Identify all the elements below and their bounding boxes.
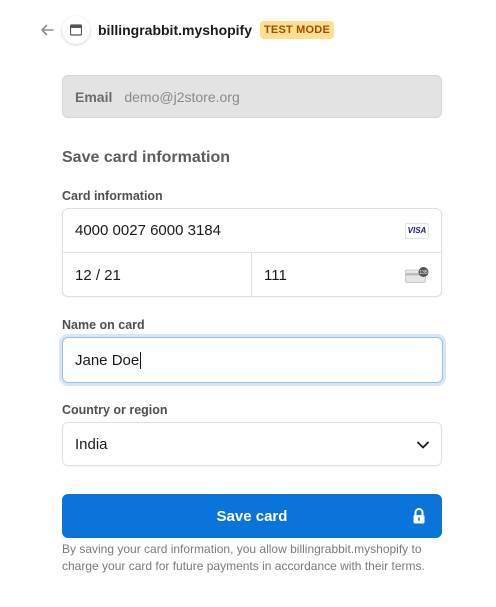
email-field: Email demo@j2store.org xyxy=(62,75,442,118)
country-value[interactable]: India xyxy=(75,436,108,453)
store-icon xyxy=(62,16,90,44)
save-card-label: Save card xyxy=(216,507,288,525)
name-on-card-value[interactable]: Jane Doe xyxy=(75,352,139,369)
name-on-card-label: Name on card xyxy=(62,318,145,332)
card-number-field[interactable]: 4000 0027 6000 3184 VISA xyxy=(63,209,441,253)
cvc-icon-text: 135 xyxy=(419,270,428,276)
expiry-value[interactable]: 12 / 21 xyxy=(75,267,121,284)
section-title: Save card information xyxy=(62,149,231,166)
name-on-card-input[interactable]: Jane Doe xyxy=(62,337,443,383)
terms-text: By saving your card information, you all… xyxy=(62,542,425,573)
email-value: demo@j2store.org xyxy=(124,88,240,105)
store-name[interactable]: billingrabbit.myshopify xyxy=(98,22,252,38)
chevron-down-icon[interactable] xyxy=(417,436,429,453)
card-information-label: Card information xyxy=(62,189,163,203)
cvc-value[interactable]: 111 xyxy=(264,267,287,284)
arrow-left-icon[interactable] xyxy=(38,21,56,39)
save-card-button[interactable]: Save card xyxy=(62,494,442,538)
visa-icon: VISA xyxy=(405,222,429,239)
country-label: Country or region xyxy=(62,403,168,417)
text-caret xyxy=(140,351,142,369)
card-number-value[interactable]: 4000 0027 6000 3184 xyxy=(75,222,221,239)
cvc-card-icon: 135 xyxy=(405,267,429,283)
header: billingrabbit.myshopify TEST MODE xyxy=(38,14,334,46)
test-mode-badge: TEST MODE xyxy=(260,21,334,39)
cvc-field[interactable]: 111 135 xyxy=(252,253,441,297)
lock-icon xyxy=(412,507,426,525)
email-label: Email xyxy=(75,88,113,105)
expiry-field[interactable]: 12 / 21 xyxy=(63,253,252,297)
country-select[interactable]: India xyxy=(62,422,442,466)
card-information-group: 4000 0027 6000 3184 VISA 12 / 21 111 135 xyxy=(62,208,442,297)
